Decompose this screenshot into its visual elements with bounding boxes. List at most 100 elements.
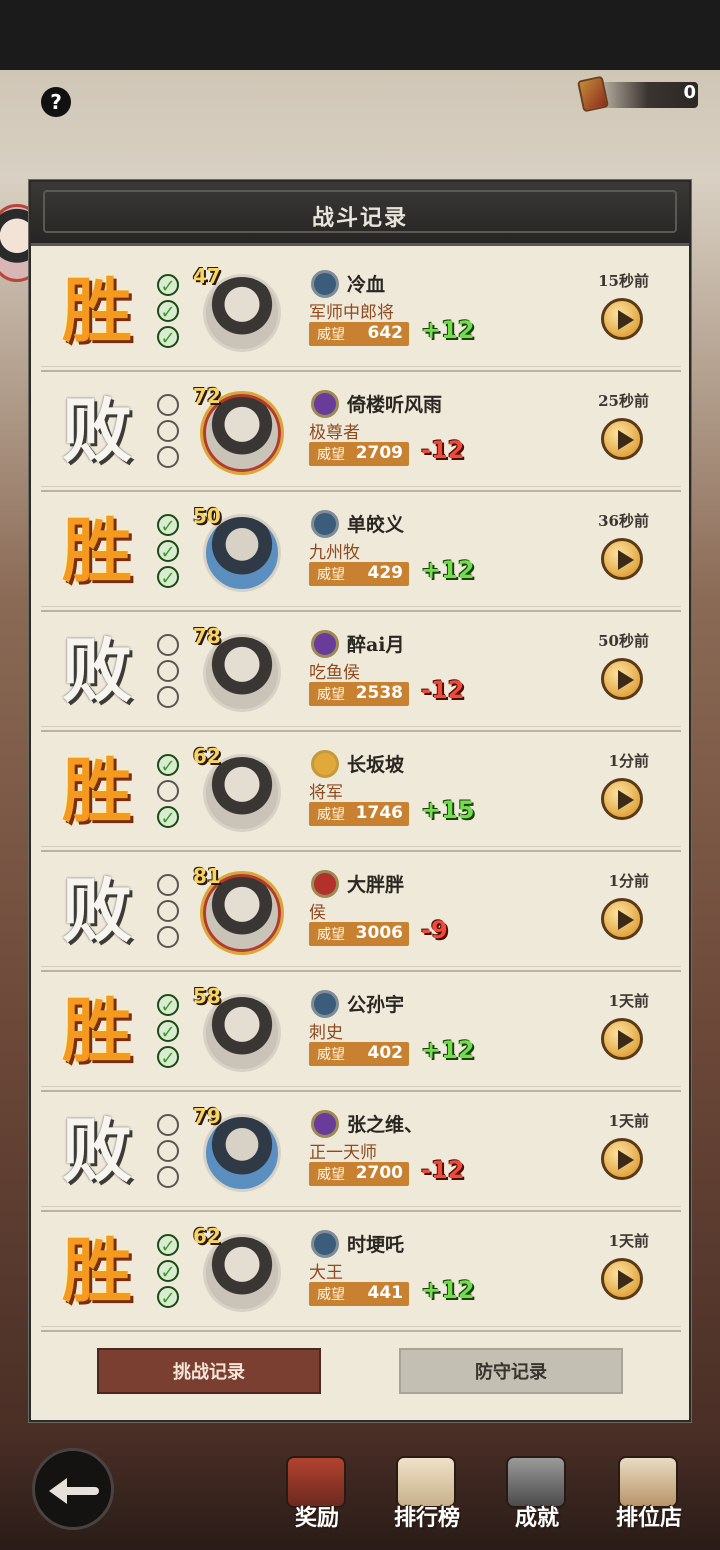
battle-result: 胜	[62, 269, 132, 352]
round-won-check-icon: ✓	[157, 514, 179, 537]
prestige-label: 威望	[317, 687, 345, 703]
prestige-badge: 威望 2700	[309, 1162, 409, 1186]
opponent-name: 冷血	[347, 274, 386, 296]
play-icon	[618, 1270, 634, 1290]
replay-button[interactable]	[601, 538, 643, 580]
rank-badge-icon	[311, 1110, 339, 1138]
battle-time: 1天前	[608, 992, 649, 1010]
opponent-level: 47	[193, 264, 221, 288]
battle-time: 15秒前	[598, 272, 649, 290]
battle-record-row: 败 72 倚楼听风雨 极尊者 威望 2709 -12 25秒前	[41, 372, 681, 492]
prestige-badge: 威望 441	[309, 1282, 409, 1306]
currency-display: 0	[576, 75, 700, 113]
opponent-title: 极尊者	[309, 423, 360, 443]
replay-button[interactable]	[601, 1258, 643, 1300]
battle-result: 败	[62, 629, 132, 712]
tab-defense-records[interactable]: 防守记录	[399, 1348, 623, 1394]
replay-button[interactable]	[601, 1018, 643, 1060]
ranked-shop-button[interactable]: 排位店	[604, 1452, 694, 1532]
round-lost-circle-icon	[157, 686, 179, 708]
opponent-name: 倚楼听风雨	[347, 394, 443, 416]
battle-result: 胜	[62, 1229, 132, 1312]
help-icon[interactable]: ?	[41, 87, 71, 117]
opponent-title: 九州牧	[309, 543, 360, 563]
prestige-label: 威望	[317, 1167, 345, 1183]
round-results	[157, 1114, 181, 1192]
opponent-name: 张之维、	[347, 1114, 424, 1136]
rank-badge-icon	[311, 870, 339, 898]
rank-badge-icon	[311, 990, 339, 1018]
play-icon	[618, 670, 634, 690]
round-results	[157, 394, 181, 472]
back-button[interactable]	[32, 1448, 114, 1530]
prestige-label: 威望	[317, 327, 345, 343]
achievement-button[interactable]: 成就	[492, 1452, 582, 1532]
prestige-label: 威望	[317, 927, 345, 943]
round-lost-circle-icon	[157, 1140, 179, 1162]
replay-button[interactable]	[601, 778, 643, 820]
prestige-label: 威望	[317, 567, 345, 583]
round-won-check-icon: ✓	[157, 1260, 179, 1283]
battle-record-row: 胜 ✓ ✓ ✓ 50 单皎义 九州牧 威望 429 +12 36秒前	[41, 492, 681, 612]
ranked-shop-label: 排位店	[615, 1505, 682, 1531]
opponent-level: 62	[193, 1224, 221, 1248]
replay-button[interactable]	[601, 418, 643, 460]
record-list[interactable]: 胜 ✓ ✓ ✓ 47 冷血 军师中郎将 威望 642 +12 15秒前 败 72 倚…	[41, 252, 681, 1332]
round-won-check-icon: ✓	[157, 326, 179, 349]
battle-time: 50秒前	[598, 632, 649, 650]
prestige-badge: 威望 429	[309, 562, 409, 586]
round-results	[157, 874, 181, 952]
prestige-change: +12	[421, 556, 475, 584]
prestige-change: -9	[421, 916, 448, 944]
battle-time: 1分前	[608, 752, 649, 770]
round-won-check-icon: ✓	[157, 566, 179, 589]
round-lost-circle-icon	[157, 874, 179, 896]
prestige-value: 2538	[355, 683, 403, 703]
prestige-label: 威望	[317, 1047, 345, 1063]
opponent-title: 吃鱼侯	[309, 663, 360, 683]
prestige-value: 402	[367, 1043, 404, 1063]
record-tabs: 挑战记录 防守记录	[31, 1348, 689, 1398]
play-icon	[618, 1150, 634, 1170]
replay-button[interactable]	[601, 298, 643, 340]
leaderboard-button[interactable]: 排行榜	[382, 1452, 472, 1532]
opponent-level: 78	[193, 624, 221, 648]
opponent-title: 侯	[309, 903, 326, 923]
opponent-name: 单皎义	[347, 514, 405, 536]
prestige-label: 威望	[317, 807, 345, 823]
prestige-change: +12	[421, 1276, 475, 1304]
tab-challenge-records[interactable]: 挑战记录	[97, 1348, 321, 1394]
round-lost-circle-icon	[157, 900, 179, 922]
prestige-badge: 威望 2709	[309, 442, 409, 466]
round-lost-circle-icon	[157, 1166, 179, 1188]
prestige-value: 441	[367, 1283, 404, 1303]
rank-badge-icon	[311, 630, 339, 658]
battle-result: 胜	[62, 509, 132, 592]
reward-button[interactable]: 奖励	[272, 1452, 362, 1532]
round-lost-circle-icon	[157, 446, 179, 468]
replay-button[interactable]	[601, 898, 643, 940]
back-arrow-icon	[49, 1478, 99, 1504]
opponent-name: 长坂坡	[347, 754, 405, 776]
battle-time: 1天前	[608, 1232, 649, 1250]
round-won-check-icon: ✓	[157, 1286, 179, 1309]
opponent-level: 79	[193, 1104, 221, 1128]
panel-title: 战斗记录	[311, 205, 408, 231]
prestige-change: -12	[421, 676, 465, 704]
round-won-check-icon: ✓	[157, 1234, 179, 1257]
replay-button[interactable]	[601, 1138, 643, 1180]
prestige-change: -12	[421, 436, 465, 464]
replay-button[interactable]	[601, 658, 643, 700]
opponent-name: 大胖胖	[347, 874, 405, 896]
play-icon	[618, 550, 634, 570]
prestige-value: 3006	[355, 923, 403, 943]
rank-badge-icon	[311, 1230, 339, 1258]
battle-result: 败	[62, 1109, 132, 1192]
reward-label: 奖励	[294, 1505, 339, 1531]
round-won-check-icon: ✓	[157, 754, 179, 777]
prestige-value: 1746	[355, 803, 403, 823]
round-won-check-icon: ✓	[157, 300, 179, 323]
play-icon	[618, 310, 634, 330]
prestige-badge: 威望 1746	[309, 802, 409, 826]
prestige-value: 429	[367, 563, 404, 583]
